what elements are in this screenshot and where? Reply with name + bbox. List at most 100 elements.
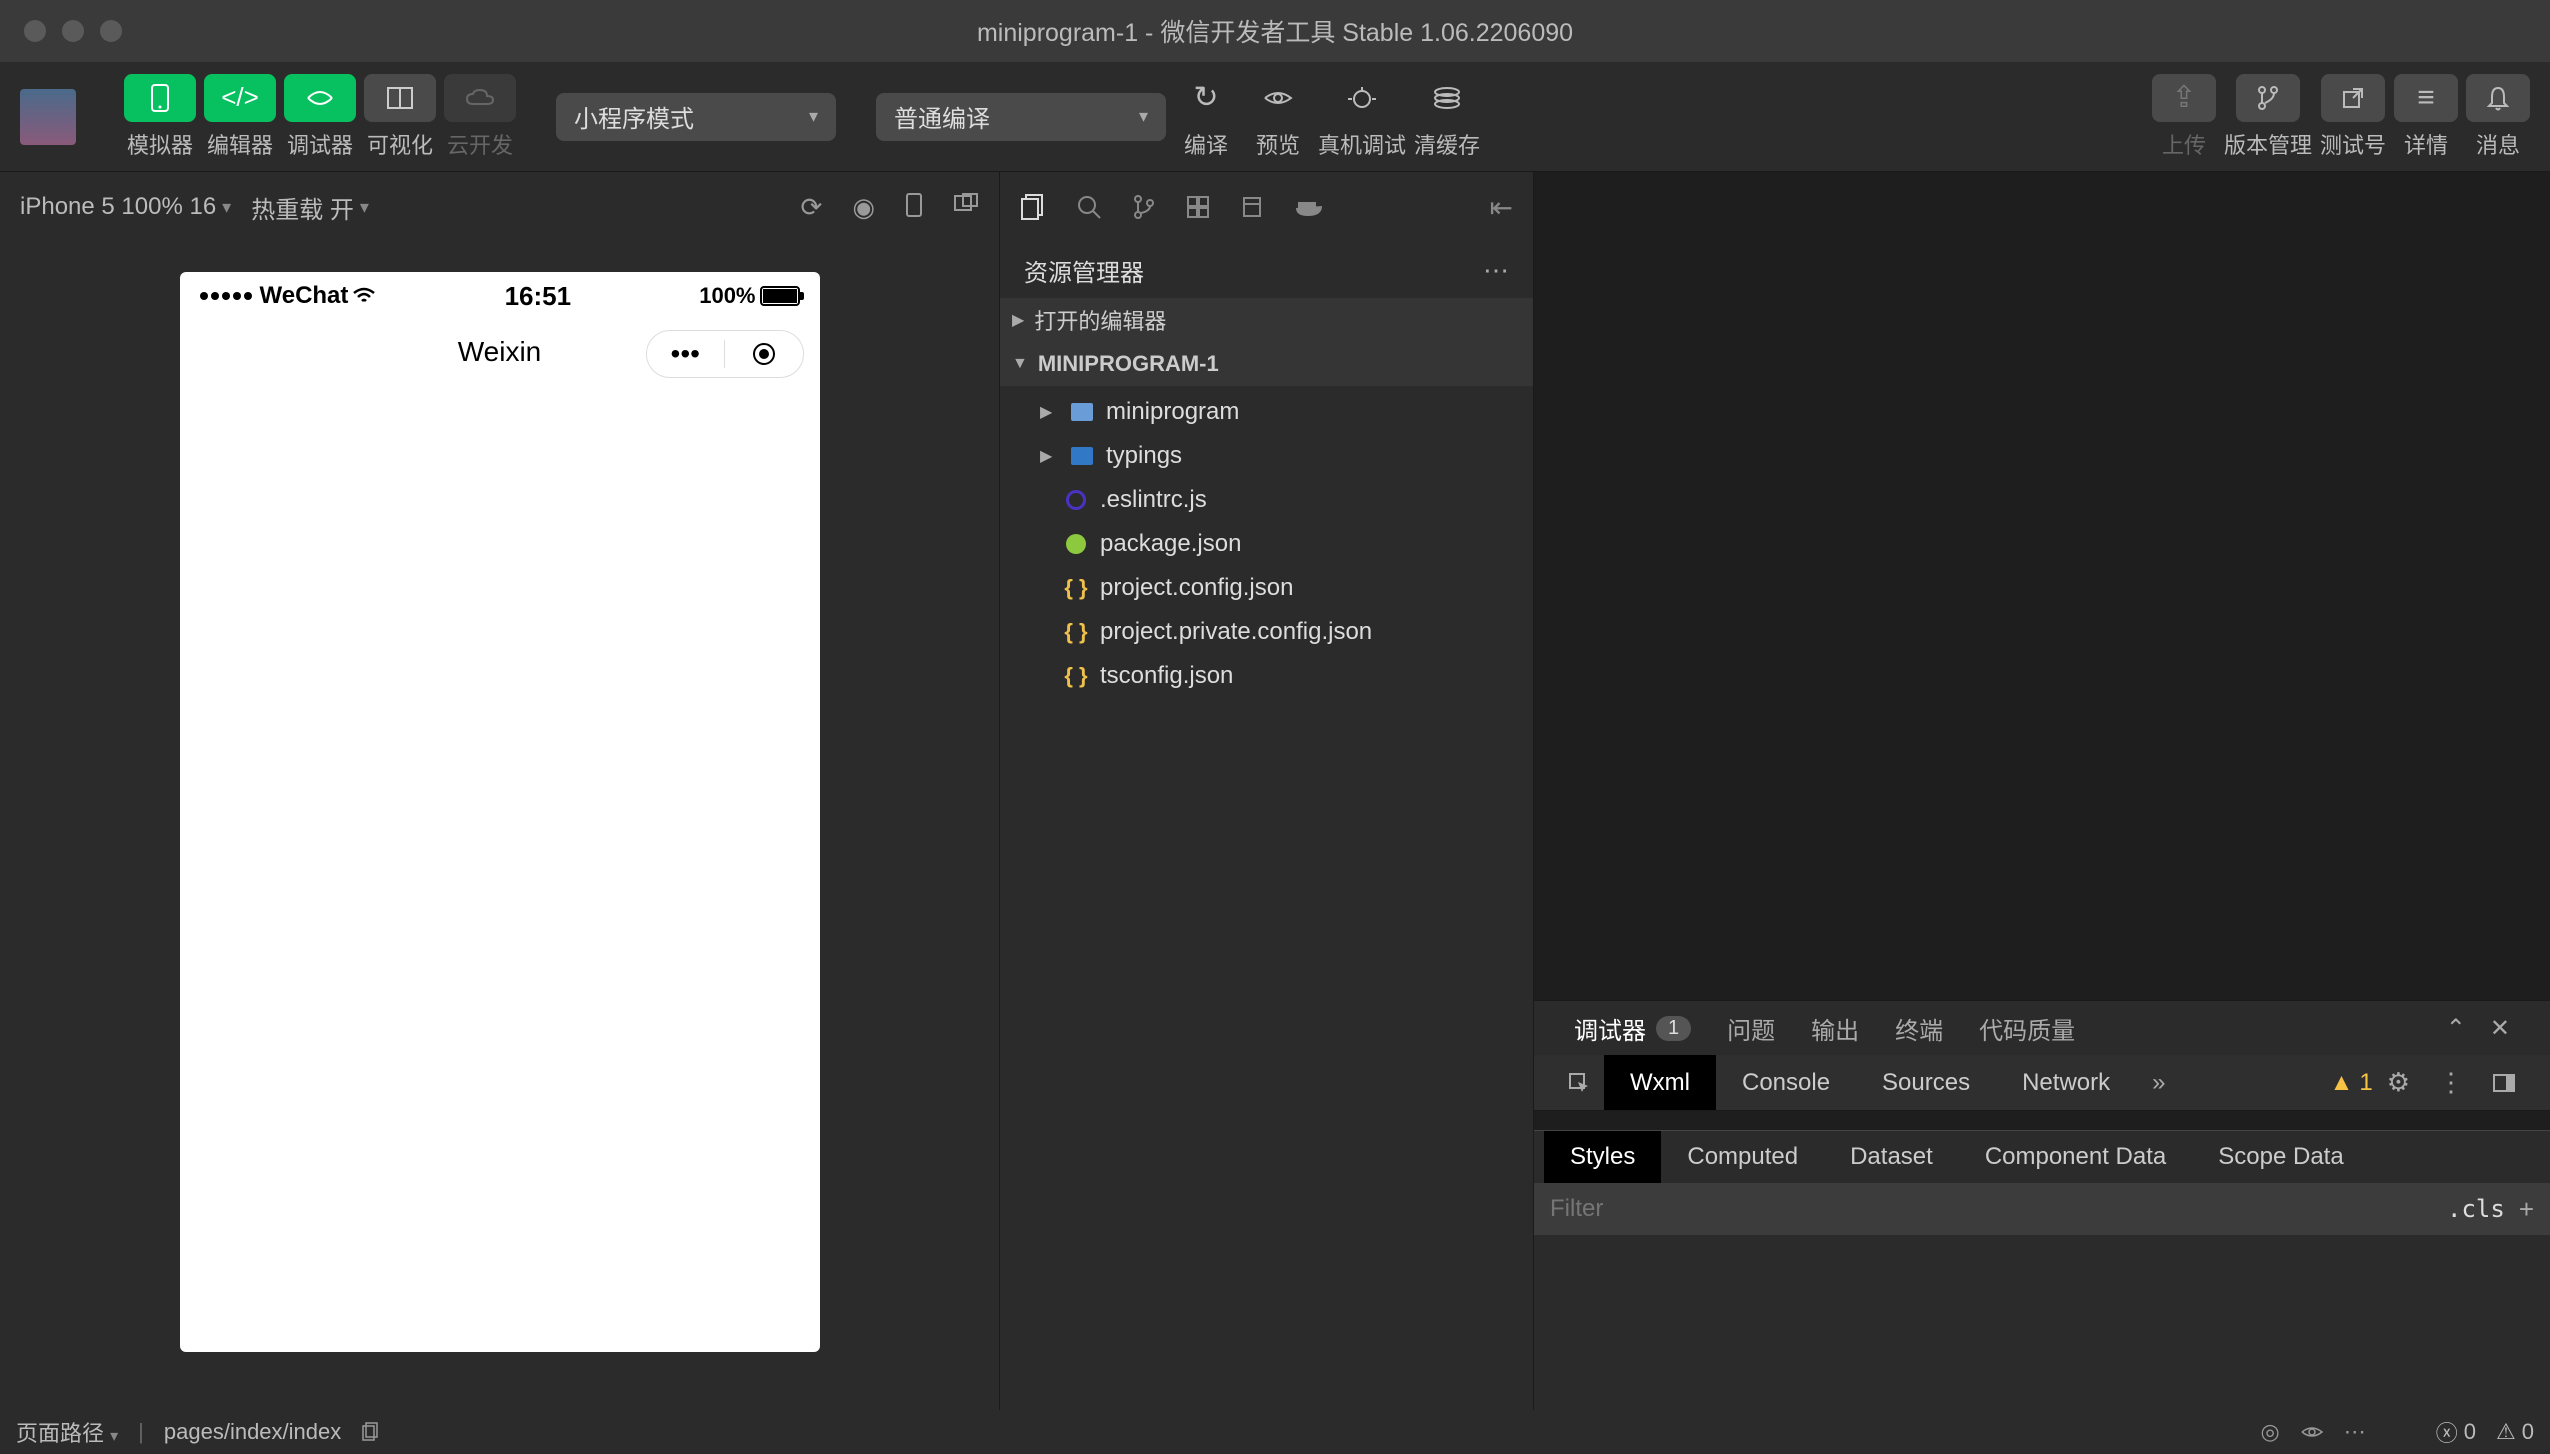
gear-icon[interactable]: ⚙ [2373,1067,2424,1098]
debug-icon [284,74,356,122]
real-debug-button[interactable]: 真机调试 [1318,74,1406,160]
user-avatar[interactable] [20,89,76,145]
version-button[interactable]: 版本管理 [2224,74,2312,160]
upload-button[interactable]: ⇪ 上传 [2152,74,2216,160]
more-icon[interactable]: ⋯ [1483,255,1509,286]
tab-wxml[interactable]: Wxml [1604,1055,1716,1110]
tree-file[interactable]: package.json [1000,522,1533,566]
tab-scope-data[interactable]: Scope Data [2192,1131,2369,1183]
capsule-button[interactable]: ••• [646,330,804,378]
tab-output[interactable]: 输出 [1811,1011,1859,1046]
layout-icon [364,74,436,122]
error-count[interactable]: ⓧ0 [2436,1416,2476,1448]
database-icon[interactable] [1240,194,1264,220]
chevron-down-icon: ▼ [1012,355,1028,373]
chevron-up-icon[interactable]: ⌃ [2446,1014,2466,1043]
cloud-icon [444,74,516,122]
phone-simulator[interactable]: WeChat 16:51 100% Weixin ••• [180,272,820,1352]
tree-file[interactable]: .eslintrc.js [1000,478,1533,522]
refresh-sim-icon[interactable]: ⟳ [801,192,823,223]
current-page-path[interactable]: pages/index/index [164,1419,341,1445]
device-selector[interactable]: iPhone 5 100% 16▾ [20,193,231,221]
json-icon: { } [1064,575,1088,601]
tab-dataset[interactable]: Dataset [1824,1131,1959,1183]
styles-tabs: Styles Computed Dataset Component Data S… [1534,1131,2550,1183]
battery-icon [760,286,800,306]
files-icon[interactable] [1020,193,1046,221]
details-button[interactable]: ≡ 详情 [2394,74,2458,160]
tab-sources[interactable]: Sources [1856,1055,1996,1110]
tab-terminal[interactable]: 终端 [1895,1011,1943,1046]
tree-folder[interactable]: ▶ typings [1000,434,1533,478]
extensions-icon[interactable] [1186,195,1210,219]
inspect-icon[interactable] [1554,1072,1604,1094]
warning-count[interactable]: ⚠0 [2496,1419,2534,1445]
tab-computed[interactable]: Computed [1661,1131,1824,1183]
simulator-bar: iPhone 5 100% 16▾ 热重载 开▾ ⟳ ◉ [0,172,999,242]
clear-cache-button[interactable]: 清缓存 [1414,74,1480,160]
add-style-icon[interactable]: + [2519,1194,2534,1225]
tree-file[interactable]: { } tsconfig.json [1000,654,1533,698]
more-tabs-icon[interactable]: » [2136,1069,2181,1097]
signal-icon [200,292,252,300]
simulator-toggle[interactable]: 模拟器 [124,74,196,160]
more-icon[interactable]: ⋯ [2344,1419,2366,1445]
tab-problems[interactable]: 问题 [1727,1011,1775,1046]
tab-component-data[interactable]: Component Data [1959,1131,2192,1183]
json-icon: { } [1064,619,1088,645]
tree-file[interactable]: { } project.private.config.json [1000,610,1533,654]
capsule-close-icon[interactable] [725,343,803,365]
chevron-down-icon: ▾ [110,1428,118,1445]
tree-folder[interactable]: ▶ miniprogram [1000,390,1533,434]
menu-icon: ≡ [2394,74,2458,122]
code-icon: </> [204,74,276,122]
capsule-menu-icon[interactable]: ••• [647,338,725,370]
close-icon[interactable]: ✕ [2490,1014,2510,1043]
project-section[interactable]: ▼ MINIPROGRAM-1 [1000,342,1533,386]
hot-reload-toggle[interactable]: 热重载 开▾ [251,190,369,225]
explorer-pane: ⇤ 资源管理器 ⋯ ▶ 打开的编辑器 ▼ MINIPROGRAM-1 ▶ min… [1000,172,1534,1454]
kebab-icon[interactable]: ⋮ [2424,1067,2478,1098]
collapse-icon[interactable]: ⇤ [1490,191,1513,224]
cloud-dev[interactable]: 云开发 [444,74,516,160]
tab-network[interactable]: Network [1996,1055,2136,1110]
visual-toggle[interactable]: 可视化 [364,74,436,160]
target-icon[interactable]: ◎ [2261,1419,2280,1445]
search-icon[interactable] [1076,194,1102,220]
eslint-icon [1064,490,1088,510]
status-bar: 页面路径 ▾ | pages/index/index ◎ ⋯ ⓧ0 ⚠0 [0,1410,2550,1454]
compile-mode-dropdown[interactable]: 普通编译 ▾ [876,93,1166,141]
testid-button[interactable]: 测试号 [2320,74,2386,160]
tab-quality[interactable]: 代码质量 [1979,1011,2075,1046]
device-icon[interactable] [905,192,923,223]
branch-icon [2236,74,2300,122]
popout-icon[interactable] [953,192,979,223]
copy-icon[interactable] [361,1422,379,1442]
debugger-toggle[interactable]: 调试器 [284,74,356,160]
git-icon[interactable] [1132,193,1156,221]
editor-area[interactable] [1534,172,2550,1000]
program-mode-dropdown[interactable]: 小程序模式 ▾ [556,93,836,141]
tree-file[interactable]: { } project.config.json [1000,566,1533,610]
record-icon[interactable]: ◉ [852,192,875,223]
tab-console[interactable]: Console [1716,1055,1856,1110]
external-icon [2321,74,2385,122]
open-editors-section[interactable]: ▶ 打开的编辑器 [1000,298,1533,342]
compile-button[interactable]: ↻ 编译 [1174,74,1238,160]
notify-button[interactable]: 消息 [2466,74,2530,160]
editor-toggle[interactable]: </> 编辑器 [204,74,276,160]
tab-styles[interactable]: Styles [1544,1131,1661,1183]
phone-status-bar: WeChat 16:51 100% [180,272,820,320]
page-path-label[interactable]: 页面路径 ▾ [16,1416,118,1448]
simulator-pane: iPhone 5 100% 16▾ 热重载 开▾ ⟳ ◉ WeChat 16:5… [0,172,1000,1454]
docker-icon[interactable] [1294,196,1324,218]
dock-icon[interactable] [2478,1073,2530,1093]
styles-filter-input[interactable] [1550,1195,2433,1223]
tab-debugger[interactable]: 调试器 1 [1574,1011,1691,1046]
eye-icon[interactable] [2300,1424,2324,1440]
preview-button[interactable]: 预览 [1246,74,1310,160]
explorer-header: 资源管理器 ⋯ [1000,242,1533,298]
cls-toggle[interactable]: .cls [2433,1195,2519,1223]
warning-count[interactable]: ▲ 1 [2330,1069,2373,1097]
warning-icon: ▲ [2330,1069,2354,1097]
